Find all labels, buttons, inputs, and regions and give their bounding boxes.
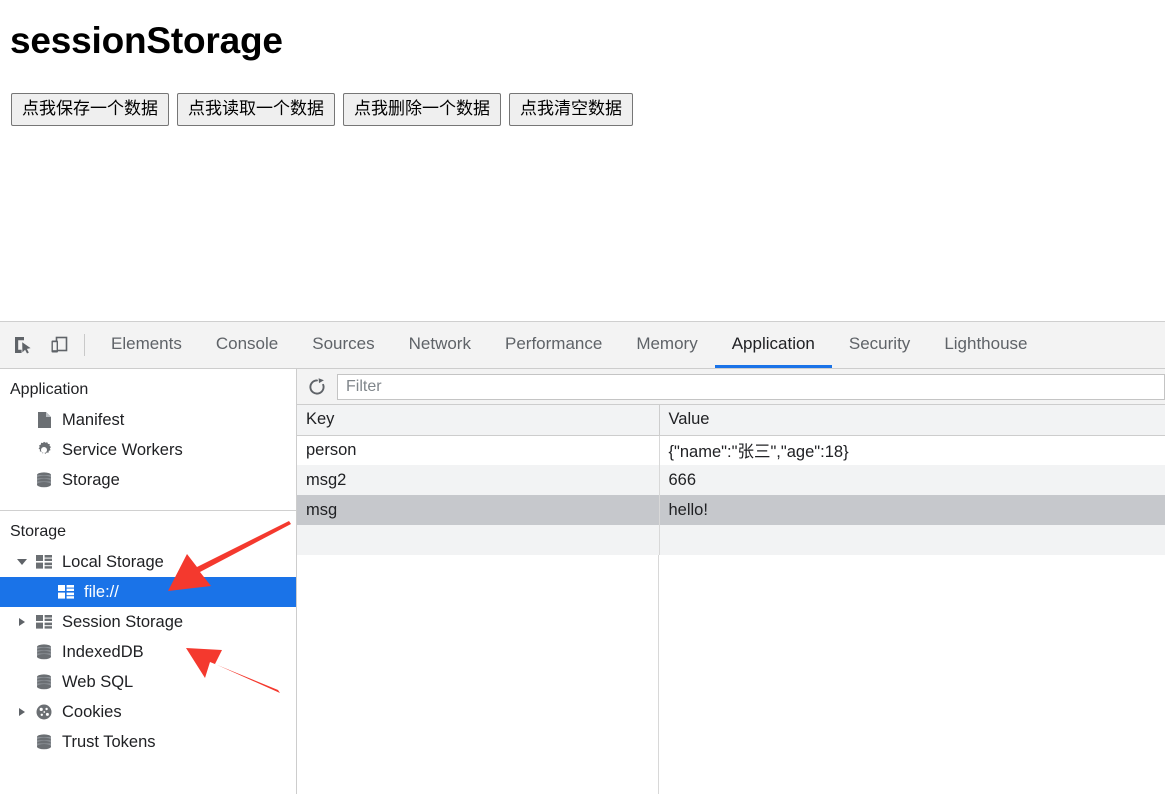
sidebar-item-manifest[interactable]: Manifest bbox=[0, 405, 296, 435]
sidebar-item-label: Manifest bbox=[62, 410, 125, 429]
devtools-panel: Elements Console Sources Network Perform… bbox=[0, 322, 1165, 794]
sidebar-item-session-storage[interactable]: Session Storage bbox=[0, 607, 296, 637]
column-header-key[interactable]: Key bbox=[297, 405, 660, 436]
page-button-row: 点我保存一个数据 点我读取一个数据 点我删除一个数据 点我清空数据 bbox=[0, 62, 1165, 126]
sidebar-item-label: IndexedDB bbox=[62, 642, 144, 661]
table-row[interactable]: msg2 666 bbox=[297, 465, 1165, 495]
sidebar-item-storage[interactable]: Storage bbox=[0, 465, 296, 495]
storage-toolbar bbox=[297, 369, 1165, 405]
table-header-row: Key Value bbox=[297, 405, 1165, 436]
cell-key[interactable]: msg bbox=[297, 495, 660, 525]
tab-memory[interactable]: Memory bbox=[619, 322, 714, 368]
sidebar-section-title-application: Application bbox=[10, 381, 89, 398]
cell-value[interactable]: 666 bbox=[659, 465, 1165, 495]
chevron-right-icon[interactable] bbox=[14, 708, 30, 717]
database-icon bbox=[34, 470, 54, 490]
tab-application[interactable]: Application bbox=[714, 322, 832, 368]
devtools-tabbar: Elements Console Sources Network Perform… bbox=[0, 322, 1165, 369]
sidebar-item-label: Storage bbox=[62, 470, 120, 489]
sidebar-item-label: Cookies bbox=[62, 702, 122, 721]
tab-lighthouse[interactable]: Lighthouse bbox=[927, 322, 1044, 368]
database-icon bbox=[34, 732, 54, 752]
cell-value[interactable]: hello! bbox=[659, 495, 1165, 525]
sidebar-item-label: Web SQL bbox=[62, 672, 134, 691]
cell-value-empty[interactable] bbox=[659, 525, 1165, 555]
devtools-sidebar: Application Manifest Service Workers Sto… bbox=[0, 369, 297, 794]
tab-console[interactable]: Console bbox=[199, 322, 295, 368]
datagrid-empty-area bbox=[297, 555, 1165, 794]
database-icon bbox=[34, 672, 54, 692]
gear-icon bbox=[34, 440, 54, 460]
storage-datagrid[interactable]: Key Value person {"name":"张三","age":18} … bbox=[297, 405, 1165, 794]
sidebar-item-label: Session Storage bbox=[62, 612, 184, 631]
table-grid-icon bbox=[56, 582, 76, 602]
devtools-tab-list: Elements Console Sources Network Perform… bbox=[94, 322, 1045, 368]
storage-table: Key Value person {"name":"张三","age":18} … bbox=[297, 405, 1165, 555]
refresh-icon[interactable] bbox=[304, 374, 330, 400]
sidebar-application-group: Application Manifest Service Workers Sto… bbox=[0, 369, 296, 501]
column-header-value[interactable]: Value bbox=[659, 405, 1165, 436]
chevron-down-icon[interactable] bbox=[14, 559, 30, 566]
clear-data-button[interactable]: 点我清空数据 bbox=[509, 92, 633, 126]
chevron-right-icon[interactable] bbox=[14, 618, 30, 627]
sidebar-item-file-origin[interactable]: file:// bbox=[0, 577, 296, 608]
cell-key[interactable]: msg2 bbox=[297, 465, 660, 495]
inspect-element-icon[interactable] bbox=[10, 332, 36, 358]
sidebar-item-local-storage[interactable]: Local Storage bbox=[0, 547, 296, 577]
delete-data-button[interactable]: 点我删除一个数据 bbox=[343, 92, 501, 126]
filter-input[interactable] bbox=[337, 373, 1165, 400]
tab-performance[interactable]: Performance bbox=[488, 322, 619, 368]
save-data-button[interactable]: 点我保存一个数据 bbox=[11, 92, 169, 126]
cookie-icon bbox=[34, 702, 54, 722]
tab-sources[interactable]: Sources bbox=[295, 322, 391, 368]
devtools-body: Application Manifest Service Workers Sto… bbox=[0, 369, 1165, 794]
tabbar-divider bbox=[84, 334, 85, 356]
devtools-tool-icons bbox=[0, 322, 76, 368]
cell-value[interactable]: {"name":"张三","age":18} bbox=[659, 435, 1165, 465]
read-data-button[interactable]: 点我读取一个数据 bbox=[177, 92, 335, 126]
tab-elements[interactable]: Elements bbox=[94, 322, 199, 368]
tab-security[interactable]: Security bbox=[832, 322, 927, 368]
database-icon bbox=[34, 642, 54, 662]
storage-main-panel: Key Value person {"name":"张三","age":18} … bbox=[297, 369, 1165, 794]
table-row-empty[interactable] bbox=[297, 525, 1165, 555]
sidebar-item-trust-tokens[interactable]: Trust Tokens bbox=[0, 727, 296, 757]
sidebar-section-title-storage: Storage bbox=[10, 523, 67, 541]
sidebar-item-label: Trust Tokens bbox=[62, 732, 156, 751]
tab-network[interactable]: Network bbox=[392, 322, 488, 368]
sidebar-item-web-sql[interactable]: Web SQL bbox=[0, 667, 296, 697]
manifest-document-icon bbox=[34, 410, 54, 430]
sidebar-item-indexeddb[interactable]: IndexedDB bbox=[0, 637, 296, 667]
web-page-content: sessionStorage 点我保存一个数据 点我读取一个数据 点我删除一个数… bbox=[0, 0, 1165, 322]
device-toolbar-icon[interactable] bbox=[46, 332, 72, 358]
sidebar-storage-group: Storage Local Storage file:// Session St… bbox=[0, 511, 296, 763]
table-row[interactable]: msg hello! bbox=[297, 495, 1165, 525]
sidebar-item-label: file:// bbox=[84, 582, 119, 601]
cell-key[interactable]: person bbox=[297, 435, 660, 465]
table-grid-icon bbox=[34, 552, 54, 572]
table-row[interactable]: person {"name":"张三","age":18} bbox=[297, 435, 1165, 465]
table-grid-icon bbox=[34, 612, 54, 632]
sidebar-item-label: Local Storage bbox=[62, 552, 164, 571]
sidebar-item-label: Service Workers bbox=[62, 440, 183, 459]
cell-key-empty[interactable] bbox=[297, 525, 660, 555]
sidebar-item-service-workers[interactable]: Service Workers bbox=[0, 435, 296, 465]
sidebar-item-cookies[interactable]: Cookies bbox=[0, 697, 296, 727]
page-title: sessionStorage bbox=[10, 20, 283, 61]
